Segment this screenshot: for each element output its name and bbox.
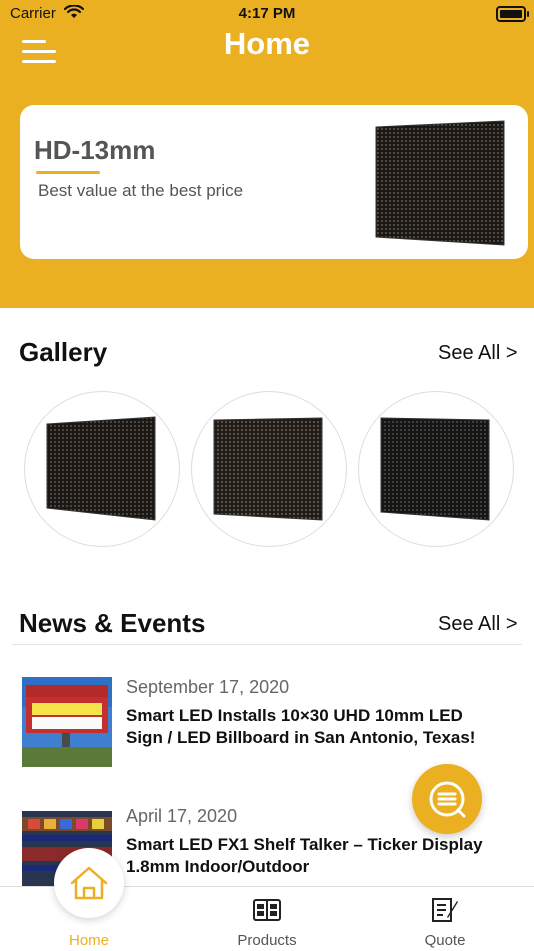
tab-label: Products bbox=[237, 932, 297, 949]
gallery-item[interactable] bbox=[24, 391, 180, 547]
tab-label: Quote bbox=[424, 932, 466, 949]
header: Carrier 4:17 PM Home HD-13mm Best value … bbox=[0, 0, 534, 308]
news-headline: Smart LED FX1 Shelf Talker – Ticker Disp… bbox=[126, 835, 483, 876]
catalog-icon bbox=[253, 899, 281, 921]
chat-button[interactable] bbox=[412, 764, 482, 834]
led-panel-image bbox=[213, 417, 323, 521]
home-icon bbox=[70, 866, 108, 900]
tab-products[interactable]: Products bbox=[178, 887, 356, 951]
gallery-item[interactable] bbox=[191, 391, 347, 547]
divider bbox=[12, 644, 522, 645]
tab-quote[interactable]: Quote bbox=[356, 887, 534, 951]
status-time: 4:17 PM bbox=[238, 5, 296, 22]
news-title: News & Events bbox=[19, 608, 206, 638]
led-panel-image bbox=[380, 417, 490, 521]
banner-card[interactable]: HD-13mm Best value at the best price bbox=[20, 105, 528, 259]
banner-subtitle: Best value at the best price bbox=[38, 181, 244, 200]
battery-icon bbox=[496, 6, 529, 22]
banner-underline bbox=[36, 171, 100, 174]
home-button[interactable] bbox=[54, 848, 124, 918]
tab-label: Home bbox=[68, 932, 109, 949]
news-headline: Smart LED Installs 10×30 UHD 10mm LED Si… bbox=[126, 706, 476, 747]
news-date: April 17, 2020 bbox=[126, 806, 238, 826]
led-panel-image bbox=[375, 120, 505, 246]
banner-title: HD-13mm bbox=[34, 135, 156, 165]
quote-icon bbox=[432, 898, 458, 922]
gallery-item[interactable] bbox=[358, 391, 514, 547]
chat-icon bbox=[429, 781, 466, 818]
gallery-title: Gallery bbox=[19, 337, 108, 367]
led-panel-image bbox=[46, 416, 156, 521]
news-see-all-link[interactable]: See All > bbox=[438, 613, 518, 636]
news-date: September 17, 2020 bbox=[126, 677, 290, 697]
news-item[interactable]: September 17, 2020 Smart LED Installs 10… bbox=[22, 677, 502, 769]
gallery-see-all-link[interactable]: See All > bbox=[438, 342, 518, 365]
status-bar: Carrier 4:17 PM bbox=[0, 0, 534, 28]
page-title: Home bbox=[223, 26, 311, 61]
news-thumbnail bbox=[22, 677, 112, 767]
